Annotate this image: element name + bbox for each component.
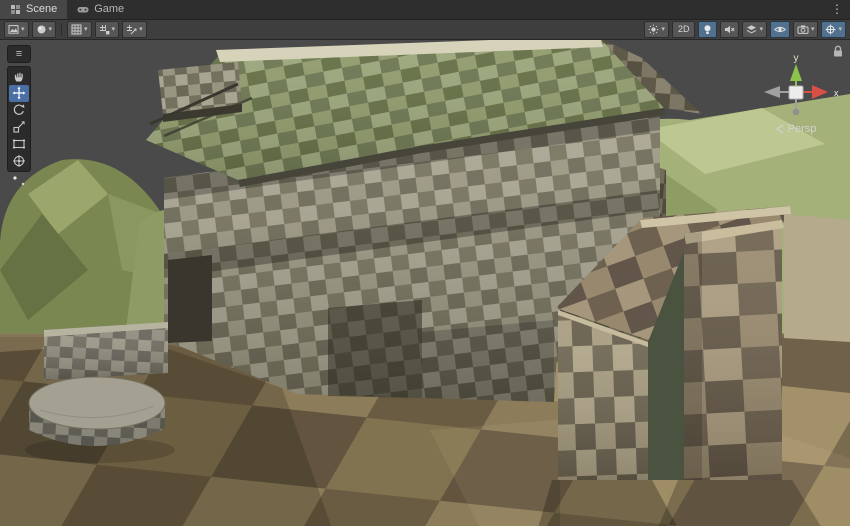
grid-icon bbox=[71, 24, 82, 35]
projection-label: Persp bbox=[788, 123, 817, 135]
2d-toggle-label: 2D bbox=[676, 25, 692, 34]
tab-game[interactable]: Game bbox=[67, 0, 134, 19]
eye-icon bbox=[774, 24, 786, 35]
layers-icon bbox=[746, 24, 757, 35]
unity-editor-window: Scene Game ⋮ ▾ ▾ bbox=[0, 0, 850, 526]
speaker-mute-icon bbox=[724, 24, 735, 35]
sun-icon bbox=[648, 24, 659, 35]
rotate-icon bbox=[12, 103, 26, 117]
scale-tool-button[interactable] bbox=[9, 119, 29, 136]
tool-palette-handle[interactable]: ≡ bbox=[7, 45, 31, 63]
effects-dropdown[interactable]: ▾ bbox=[742, 21, 767, 38]
snap-move-icon bbox=[126, 24, 137, 35]
perspective-icon bbox=[776, 124, 784, 134]
scene-viewport[interactable]: ≡ bbox=[0, 40, 850, 526]
hand-icon bbox=[12, 69, 26, 83]
game-tab-icon bbox=[77, 4, 89, 15]
tab-scene-label: Scene bbox=[26, 3, 57, 15]
audio-mute-toggle[interactable] bbox=[720, 21, 739, 38]
move-tool-button[interactable] bbox=[9, 85, 29, 102]
axis-x-label[interactable]: x bbox=[834, 88, 839, 98]
camera-icon bbox=[797, 24, 809, 35]
dropdown-arrow-icon: ▾ bbox=[139, 26, 143, 33]
tool-palette: ≡ bbox=[7, 45, 31, 172]
axis-y-label[interactable]: y bbox=[794, 53, 799, 64]
grid-visibility-dropdown[interactable]: ▾ bbox=[67, 21, 92, 38]
dropdown-arrow-icon: ▾ bbox=[661, 26, 665, 33]
negative-y-axis-handle[interactable] bbox=[793, 109, 799, 115]
rotate-tool-button[interactable] bbox=[9, 102, 29, 119]
projection-toggle[interactable]: Persp bbox=[748, 123, 844, 135]
axis-gizmo[interactable]: y x bbox=[750, 52, 842, 118]
dropdown-arrow-icon: ▾ bbox=[21, 26, 25, 33]
rect-tool-icon bbox=[12, 137, 26, 151]
overlay-menu-icon[interactable]: ≡ bbox=[9, 47, 29, 61]
scene-tab-icon bbox=[10, 4, 21, 15]
snap-grid-icon bbox=[99, 24, 110, 35]
scene-effects-dropdown[interactable]: ▾ bbox=[644, 21, 669, 38]
2d-toggle[interactable]: 2D bbox=[672, 21, 696, 38]
transform-icon bbox=[12, 154, 26, 168]
tab-scene[interactable]: Scene bbox=[0, 0, 67, 19]
snap-move-dropdown[interactable]: ▾ bbox=[122, 21, 147, 38]
dropdown-arrow-icon: ▾ bbox=[838, 26, 842, 33]
tab-game-label: Game bbox=[94, 3, 124, 15]
gizmos-crosshair-icon bbox=[825, 24, 836, 35]
dropdown-arrow-icon: ▾ bbox=[112, 26, 116, 33]
dropdown-arrow-icon: ▾ bbox=[811, 26, 815, 33]
snap-settings-dropdown[interactable]: ▾ bbox=[95, 21, 120, 38]
draw-mode-dropdown[interactable]: ▾ bbox=[32, 21, 57, 38]
tool-settings-icon bbox=[8, 24, 19, 35]
gizmos-dropdown[interactable]: ▾ bbox=[821, 21, 846, 38]
lighting-toggle[interactable] bbox=[698, 21, 717, 38]
negative-x-axis-cone[interactable] bbox=[764, 86, 780, 98]
x-axis-cone[interactable] bbox=[812, 85, 828, 99]
shaded-sphere-icon bbox=[36, 24, 47, 35]
transform-tool-button[interactable] bbox=[9, 153, 29, 170]
camera-dropdown[interactable]: ▾ bbox=[793, 21, 819, 38]
boundary-wall-model[interactable] bbox=[44, 322, 168, 380]
tab-bar: Scene Game ⋮ bbox=[0, 0, 850, 20]
scene-3d-view[interactable] bbox=[0, 40, 850, 526]
dropdown-arrow-icon: ▾ bbox=[759, 26, 763, 33]
scene-toolbar: ▾ ▾ ▾ ▾ bbox=[0, 20, 850, 40]
toolbar-separator bbox=[61, 23, 62, 36]
rect-tool-button[interactable] bbox=[9, 136, 29, 153]
hand-tool-button[interactable] bbox=[9, 68, 29, 85]
tool-palette-buttons bbox=[7, 66, 31, 172]
y-axis-cone[interactable] bbox=[790, 64, 802, 81]
well-model[interactable] bbox=[25, 377, 175, 463]
scale-icon bbox=[12, 120, 26, 134]
dropdown-arrow-icon: ▾ bbox=[84, 26, 88, 33]
gizmo-center-cube[interactable] bbox=[789, 86, 803, 99]
visibility-toggle[interactable] bbox=[770, 21, 790, 38]
orientation-gizmo[interactable]: y x Persp bbox=[748, 52, 844, 135]
kebab-menu-icon[interactable]: ⋮ bbox=[824, 0, 850, 19]
tool-settings-dropdown[interactable]: ▾ bbox=[4, 21, 29, 38]
move-icon bbox=[12, 86, 26, 100]
lightbulb-icon bbox=[702, 24, 713, 35]
dropdown-arrow-icon: ▾ bbox=[49, 26, 53, 33]
